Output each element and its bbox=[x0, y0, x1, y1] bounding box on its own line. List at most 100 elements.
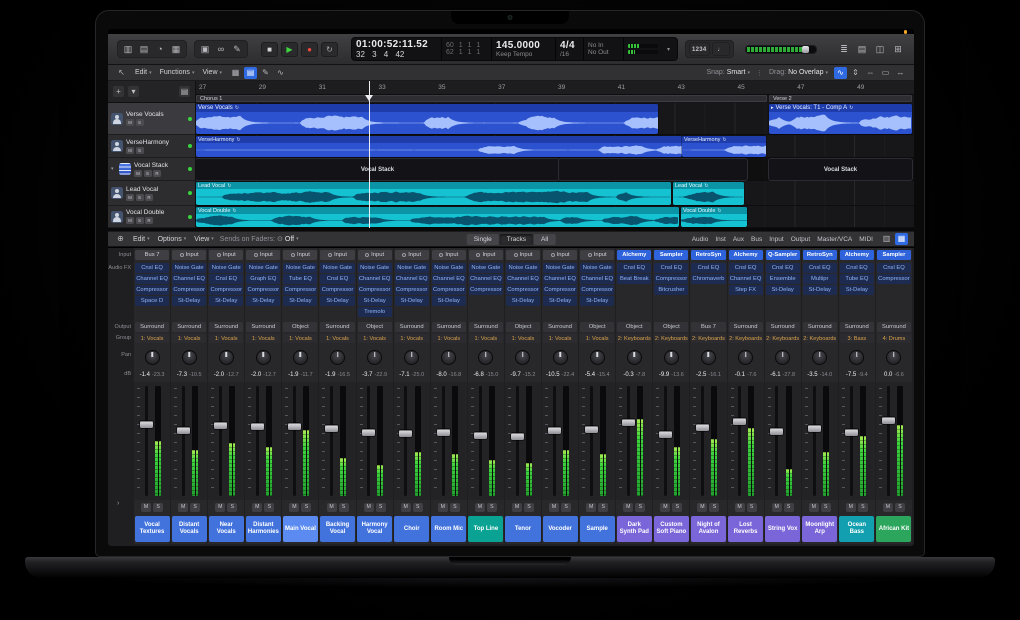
playhead-line[interactable] bbox=[369, 81, 370, 228]
pan-knob[interactable] bbox=[590, 350, 605, 365]
fader-handle[interactable] bbox=[770, 428, 783, 435]
smart-controls-icon[interactable]: ◔ bbox=[153, 42, 167, 56]
solo-button[interactable]: S bbox=[190, 503, 200, 512]
track-name-plate[interactable]: Sample bbox=[580, 516, 615, 542]
menu-view[interactable]: View▾ bbox=[202, 69, 222, 76]
group-slot[interactable]: 2: Keyboards bbox=[766, 334, 800, 343]
fx-slot-cnsl-eq[interactable]: Cnsl EQ bbox=[877, 263, 911, 273]
mute-button[interactable]: M bbox=[126, 194, 134, 201]
input-slot[interactable]: Input bbox=[543, 250, 577, 260]
track-name-plate[interactable]: String Vox bbox=[765, 516, 800, 542]
track-name-plate[interactable]: Ocean Bass bbox=[839, 516, 874, 542]
solo-button[interactable]: S bbox=[136, 147, 144, 154]
fx-slot-channel-eq[interactable]: Channel EQ bbox=[580, 274, 614, 284]
track-name-plate[interactable]: Near Vocals bbox=[209, 516, 244, 542]
fx-slot-st-delay[interactable]: St-Delay bbox=[840, 285, 874, 295]
mute-button[interactable]: M bbox=[846, 503, 856, 512]
mute-button[interactable]: M bbox=[134, 170, 142, 177]
fader-handle[interactable] bbox=[548, 427, 561, 434]
horizontal-zoom-icon[interactable]: ⇔ bbox=[864, 67, 877, 79]
mute-button[interactable]: M bbox=[401, 503, 411, 512]
solo-button[interactable]: S bbox=[376, 503, 386, 512]
fx-slot-cnsl-eq[interactable]: Cnsl EQ bbox=[135, 263, 169, 273]
fx-slot-compressor[interactable]: Compressor bbox=[246, 285, 280, 295]
fader-handle[interactable] bbox=[808, 425, 821, 432]
take-folder-disclosure-icon[interactable]: ▸ bbox=[771, 105, 774, 111]
lcd-display[interactable]: 01:00:52:11.52 32 3 4 42 60 1 1 1 62 1 1… bbox=[351, 37, 678, 61]
solo-button[interactable]: S bbox=[709, 503, 719, 512]
fx-slot-noise-gate[interactable]: Noise Gate bbox=[209, 263, 243, 273]
menu-options[interactable]: Options▾ bbox=[158, 236, 187, 243]
input-slot[interactable]: Input bbox=[320, 250, 354, 260]
input-slot[interactable]: Input bbox=[506, 250, 540, 260]
solo-button[interactable]: S bbox=[227, 503, 237, 512]
mute-button[interactable]: M bbox=[623, 503, 633, 512]
filter-output[interactable]: Output bbox=[791, 236, 811, 243]
output-slot[interactable]: Surround bbox=[840, 322, 874, 332]
filter-master-vca[interactable]: Master/VCA bbox=[817, 236, 852, 243]
fader-handle[interactable] bbox=[696, 424, 709, 431]
fx-slot-cnsl-eq[interactable]: Cnsl EQ bbox=[320, 274, 354, 284]
track-name-plate[interactable]: Lost Reverbs bbox=[728, 516, 763, 542]
instrument-slot[interactable]: Alchemy bbox=[840, 250, 874, 260]
add-track-button[interactable]: + bbox=[113, 86, 124, 97]
waveform-zoom-icon[interactable]: ∿ bbox=[834, 67, 847, 79]
mute-button[interactable]: M bbox=[809, 503, 819, 512]
mute-button[interactable]: M bbox=[364, 503, 374, 512]
group-slot[interactable]: 2: Keyboards bbox=[654, 334, 688, 343]
output-slot[interactable]: Surround bbox=[729, 322, 763, 332]
output-slot[interactable]: Surround bbox=[135, 322, 169, 332]
power-icon[interactable]: ⊙ bbox=[277, 235, 283, 243]
group-slot[interactable]: 1: Vocals bbox=[543, 334, 577, 343]
fader-handle[interactable] bbox=[659, 431, 672, 438]
input-slot[interactable]: Input bbox=[358, 250, 392, 260]
pan-knob[interactable] bbox=[330, 350, 345, 365]
output-slot[interactable]: Surround bbox=[469, 322, 503, 332]
mute-button[interactable]: M bbox=[215, 503, 225, 512]
lcd-preset-chevron-icon[interactable]: ▾ bbox=[664, 46, 673, 53]
solo-button[interactable]: S bbox=[895, 503, 905, 512]
pan-knob[interactable] bbox=[219, 350, 234, 365]
loops-icon[interactable]: ∞ bbox=[214, 42, 228, 56]
filter-aux[interactable]: Aux bbox=[733, 236, 744, 243]
region-vocal-stack[interactable]: Vocal Stack bbox=[196, 159, 559, 180]
fx-slot-cnsl-eq[interactable]: Cnsl EQ bbox=[654, 263, 688, 273]
fx-slot-compressor[interactable]: Compressor bbox=[506, 285, 540, 295]
track-header-vocal-stack[interactable]: ▾Vocal StackMSR bbox=[108, 158, 196, 181]
instrument-slot[interactable]: Alchemy bbox=[729, 250, 763, 260]
fx-slot-compressor[interactable]: Compressor bbox=[469, 285, 503, 295]
track-name-plate[interactable]: Backing Vocal bbox=[320, 516, 355, 542]
fx-slot-noise-gate[interactable]: Noise Gate bbox=[358, 263, 392, 273]
output-slot[interactable]: Object bbox=[654, 322, 688, 332]
solo-button[interactable]: S bbox=[136, 194, 144, 201]
fx-slot-multipr[interactable]: Multipr bbox=[803, 274, 837, 284]
track-name-plate[interactable]: Harmony Vocal bbox=[357, 516, 392, 542]
fx-slot-channel-eq[interactable]: Channel EQ bbox=[432, 274, 466, 284]
group-slot[interactable]: 1: Vocals bbox=[135, 334, 169, 343]
mute-button[interactable]: M bbox=[512, 503, 522, 512]
group-slot[interactable]: 4: Drums bbox=[877, 334, 911, 343]
fx-slot-compressor[interactable]: Compressor bbox=[654, 274, 688, 284]
mute-button[interactable]: M bbox=[883, 503, 893, 512]
region-verseharmony[interactable]: VerseHarmony↻ bbox=[682, 136, 766, 157]
fx-slot-st-delay[interactable]: St-Delay bbox=[320, 296, 354, 306]
track-name-plate[interactable]: Distant Vocals bbox=[172, 516, 207, 542]
group-slot[interactable]: 1: Vocals bbox=[580, 334, 614, 343]
pencil-icon[interactable]: ✎ bbox=[230, 42, 244, 56]
fx-slot-noise-gate[interactable]: Noise Gate bbox=[283, 263, 317, 273]
fx-slot-channel-eq[interactable]: Channel EQ bbox=[172, 274, 206, 284]
fx-slot-compressor[interactable]: Compressor bbox=[395, 285, 429, 295]
fader-handle[interactable] bbox=[399, 430, 412, 437]
output-slot[interactable]: Surround bbox=[432, 322, 466, 332]
pan-knob[interactable] bbox=[145, 350, 160, 365]
fx-slot-st-delay[interactable]: St-Delay bbox=[803, 285, 837, 295]
grid-view-icon[interactable]: ▦ bbox=[229, 67, 242, 79]
fx-slot-cnsl-eq[interactable]: Cnsl EQ bbox=[840, 263, 874, 273]
fx-slot-st-delay[interactable]: St-Delay bbox=[172, 296, 206, 306]
input-slot[interactable]: Input bbox=[469, 250, 503, 260]
fader-handle[interactable] bbox=[140, 421, 153, 428]
solo-button[interactable]: S bbox=[153, 503, 163, 512]
fx-slot-noise-gate[interactable]: Noise Gate bbox=[506, 263, 540, 273]
pan-knob[interactable] bbox=[404, 350, 419, 365]
output-slot[interactable]: Surround bbox=[209, 322, 243, 332]
